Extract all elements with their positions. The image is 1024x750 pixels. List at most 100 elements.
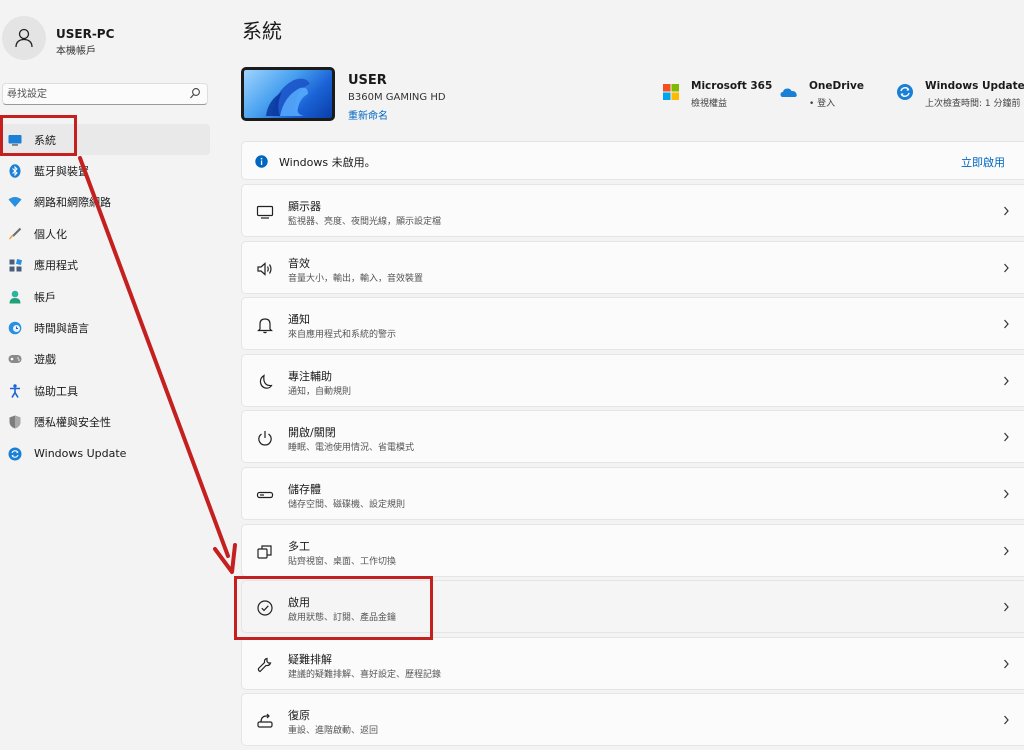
accounts-icon (8, 290, 22, 304)
activation-banner: Windows 未啟用。 立即啟用 (241, 141, 1024, 180)
notifications-bell-icon (257, 318, 273, 334)
sidebar-item-personalization[interactable]: 個人化 (0, 218, 210, 249)
card-subtitle: 重設、進階啟動、返回 (288, 726, 379, 737)
sidebar-item-label: Windows Update (34, 447, 127, 461)
display-icon (256, 205, 274, 219)
time-language-icon (8, 321, 22, 335)
quick-link-subtitle: 檢視權益 (691, 99, 728, 109)
card-title: 通知 (288, 313, 310, 327)
sidebar-item-label: 時間與語言 (34, 322, 89, 336)
card-title: 音效 (288, 256, 310, 270)
quick-link-subtitle: • 登入 (809, 99, 836, 109)
card-subtitle: 監視器、亮度、夜間光線，顯示設定檔 (288, 217, 442, 227)
settings-card-focus-assist[interactable]: 專注輔助 通知，自動規則 (241, 353, 1024, 407)
settings-card-power[interactable]: 開啟/關閉 睡眠、電池使用情況、省電模式 (241, 410, 1024, 464)
info-icon (255, 155, 268, 168)
user-icon (15, 28, 33, 48)
card-title: 儲存體 (288, 482, 321, 496)
sidebar-item-label: 個人化 (34, 227, 67, 241)
device-model: B360M GAMING HD (348, 92, 446, 103)
quick-link-subtitle: 上次檢查時間: 1 分鐘前 (925, 99, 1021, 109)
focus-moon-icon (259, 374, 273, 389)
sidebar-item-accounts[interactable]: 帳戶 (0, 281, 210, 312)
system-icon (8, 133, 22, 147)
search-icon[interactable] (189, 87, 201, 101)
storage-icon (256, 491, 274, 499)
rename-link[interactable]: 重新命名 (348, 107, 388, 122)
sidebar-item-system[interactable]: 系統 (0, 124, 210, 156)
chevron-right-icon (1004, 432, 1009, 442)
personalization-brush-icon (8, 227, 22, 241)
settings-card-notifications[interactable]: 通知 來自應用程式和系統的警示 (241, 297, 1024, 351)
sidebar: USER-PC 本機帳戶 系統 藍牙與裝置 網路和網際網路 (0, 0, 218, 749)
sidebar-item-label: 藍牙與裝置 (34, 165, 89, 179)
card-subtitle: 貼齊視窗、桌面、工作切換 (288, 556, 397, 567)
card-subtitle: 來自應用程式和系統的警示 (288, 330, 397, 341)
quick-link-title: Windows Update (925, 80, 1024, 92)
sidebar-item-windows-update[interactable]: Windows Update (0, 438, 210, 469)
sidebar-item-label: 協助工具 (34, 384, 78, 398)
quick-link-windows-update[interactable]: Windows Update 上次檢查時間: 1 分鐘前 (896, 78, 1024, 112)
multitasking-icon (257, 544, 272, 559)
network-icon (8, 195, 22, 209)
chevron-right-icon (1004, 206, 1009, 216)
settings-card-activation[interactable]: 啟用 啟用狀態、訂閱、產品金鑰 (241, 580, 1024, 634)
user-profile[interactable]: USER-PC 本機帳戶 (0, 16, 218, 66)
card-subtitle: 通知，自動規則 (288, 386, 352, 397)
sound-icon (257, 261, 272, 276)
sidebar-item-time-language[interactable]: 時間與語言 (0, 312, 210, 343)
settings-card-display[interactable]: 顯示器 監視器、亮度、夜間光線，顯示設定檔 (241, 184, 1024, 237)
sidebar-item-privacy[interactable]: 隱私權與安全性 (0, 407, 210, 438)
troubleshoot-wrench-icon (257, 657, 272, 672)
nav-menu: 系統 藍牙與裝置 網路和網際網路 個人化 應用程式 帳戶 時間與語言 遊戲 協助… (0, 124, 210, 469)
card-subtitle: 儲存空間、磁碟機、設定規則 (288, 499, 406, 510)
sidebar-item-network[interactable]: 網路和網際網路 (0, 187, 210, 218)
wallpaper-bloom-icon (244, 70, 332, 118)
settings-card-storage[interactable]: 儲存體 儲存空間、磁碟機、設定規則 (241, 466, 1024, 520)
search-box[interactable] (2, 83, 208, 105)
sidebar-item-gaming[interactable]: 遊戲 (0, 344, 210, 375)
sidebar-item-label: 帳戶 (34, 290, 56, 304)
avatar[interactable] (2, 16, 46, 60)
quick-link-title: OneDrive (809, 80, 864, 92)
quick-link-onedrive[interactable]: OneDrive • 登入 (780, 78, 880, 112)
chevron-right-icon (1004, 715, 1009, 725)
sidebar-item-label: 遊戲 (34, 353, 56, 367)
sidebar-item-apps[interactable]: 應用程式 (0, 250, 210, 281)
accessibility-icon (8, 384, 22, 398)
search-input[interactable] (7, 86, 183, 102)
card-title: 顯示器 (288, 200, 321, 213)
device-thumbnail (241, 67, 335, 121)
sidebar-item-label: 網路和網際網路 (34, 196, 111, 210)
settings-list: 顯示器 監視器、亮度、夜間光線，顯示設定檔 音效 音量大小，輸出，輸入，音效裝置… (241, 184, 1024, 750)
sidebar-item-bluetooth[interactable]: 藍牙與裝置 (0, 155, 210, 186)
settings-card-troubleshoot[interactable]: 疑難排解 建議的疑難排解、喜好設定、歷程記錄 (241, 636, 1024, 690)
sidebar-item-label: 隱私權與安全性 (34, 416, 111, 430)
privacy-shield-icon (8, 415, 22, 429)
settings-card-recovery[interactable]: 復原 重設、進階啟動、返回 (241, 693, 1024, 747)
device-name: USER (348, 73, 387, 88)
card-subtitle: 建議的疑難排解、喜好設定、歷程記錄 (288, 669, 442, 680)
chevron-right-icon (1004, 546, 1009, 555)
settings-card-sound[interactable]: 音效 音量大小，輸出，輸入，音效裝置 (241, 240, 1024, 294)
bluetooth-icon (8, 164, 22, 178)
activate-now-button[interactable]: 立即啟用 (961, 154, 1005, 170)
chevron-right-icon (1004, 659, 1009, 669)
card-title: 疑難排解 (288, 652, 332, 666)
card-title: 復原 (288, 709, 310, 723)
sidebar-item-label: 應用程式 (34, 259, 78, 273)
activation-check-icon (257, 600, 273, 616)
gaming-controller-icon (8, 352, 22, 366)
activation-status-text: Windows 未啟用。 (279, 156, 376, 169)
microsoft-logo-icon (663, 84, 679, 100)
quick-link-microsoft-365[interactable]: Microsoft 365 檢視權益 (662, 78, 782, 112)
chevron-right-icon (1004, 489, 1009, 499)
page-title: 系統 (242, 19, 282, 43)
settings-card-multitasking[interactable]: 多工 貼齊視窗、桌面、工作切換 (241, 523, 1024, 577)
card-subtitle: 啟用狀態、訂閱、產品金鑰 (288, 613, 397, 624)
recovery-icon (257, 713, 273, 728)
chevron-right-icon (1004, 602, 1009, 612)
chevron-right-icon (1004, 263, 1009, 272)
windows-update-icon (8, 447, 22, 461)
sidebar-item-accessibility[interactable]: 協助工具 (0, 375, 210, 406)
